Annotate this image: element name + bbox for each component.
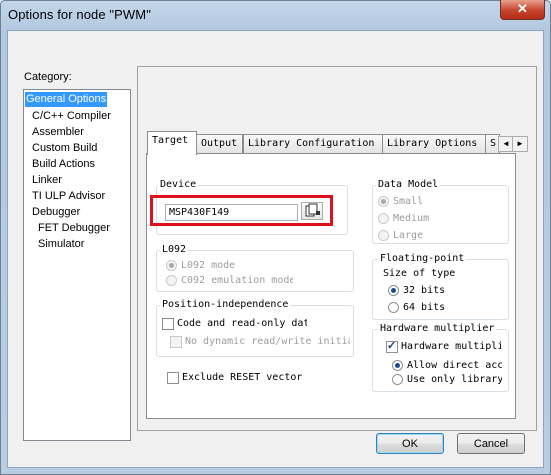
window-title: Options for node "PWM" [8, 7, 151, 22]
category-simulator[interactable]: Simulator [37, 237, 85, 252]
category-general-options[interactable]: General Options [25, 92, 108, 107]
data-model-medium-radio[interactable] [378, 213, 389, 224]
data-model-large-radio[interactable] [378, 230, 389, 241]
use-only-library-radio[interactable] [392, 374, 403, 385]
category-custom-build[interactable]: Custom Build [31, 141, 98, 156]
l092-label: L092 [160, 244, 189, 255]
tab-library-options[interactable]: Library Options [382, 134, 486, 153]
fp-32-bits-label: 32 bits [403, 285, 446, 296]
code-readonly-label: Code and read-only data [177, 318, 307, 329]
data-model-label: Data Model [376, 179, 441, 190]
cancel-button[interactable]: Cancel [457, 433, 525, 454]
c092-emulation-label: C092 emulation mode [181, 275, 293, 286]
tab-scroll-right-icon[interactable]: ► [512, 136, 528, 152]
device-highlight [150, 195, 333, 226]
allow-direct-access-label: Allow direct access [407, 360, 502, 371]
fp-64-bits-radio[interactable] [388, 302, 399, 313]
tab-library-configuration[interactable]: Library Configuration [243, 134, 383, 153]
tab-target[interactable]: Target [147, 131, 197, 155]
fp-32-bits-radio[interactable] [388, 285, 399, 296]
category-assembler[interactable]: Assembler [31, 125, 85, 140]
data-model-small-label: Small [393, 196, 424, 207]
allow-direct-access-radio[interactable] [392, 360, 403, 371]
category-build-actions[interactable]: Build Actions [31, 157, 96, 172]
data-model-small-radio[interactable] [378, 196, 389, 207]
exclude-reset-vector-label: Exclude RESET vector [182, 372, 303, 383]
hardware-multiplier-checkbox-label: Hardware multiplier [401, 341, 501, 352]
data-model-large-label: Large [393, 230, 424, 241]
title-bar: Options for node "PWM" ✕ [0, 0, 551, 30]
position-independence-group [156, 305, 354, 357]
category-fet-debugger[interactable]: FET Debugger [37, 221, 111, 236]
data-model-medium-label: Medium [393, 213, 430, 224]
no-dynamic-rw-checkbox[interactable] [170, 336, 182, 348]
c092-emulation-radio[interactable] [166, 275, 177, 286]
size-of-type-label: Size of type [383, 268, 456, 279]
device-group-label: Device [158, 179, 199, 190]
close-button[interactable]: ✕ [500, 0, 545, 20]
no-dynamic-rw-label: No dynamic read/write initialization [185, 336, 350, 347]
tab-output[interactable]: Output [196, 134, 243, 153]
l092-mode-label: L092 mode [181, 260, 236, 271]
category-debugger[interactable]: Debugger [31, 205, 81, 220]
close-icon: ✕ [517, 1, 528, 16]
position-independence-label: Position-independence [160, 299, 291, 310]
category-linker[interactable]: Linker [31, 173, 63, 188]
use-only-library-label: Use only library [407, 374, 502, 385]
exclude-reset-vector-checkbox[interactable] [167, 372, 179, 384]
category-label: Category: [24, 71, 72, 83]
hardware-multiplier-checkbox[interactable]: ✓ [386, 340, 398, 353]
floating-point-label: Floating-point [378, 253, 467, 264]
hardware-multiplier-label: Hardware multiplier [378, 323, 497, 334]
l092-mode-radio[interactable] [166, 260, 177, 271]
category-ti-ulp-advisor[interactable]: TI ULP Advisor [31, 189, 106, 204]
category-cpp-compiler[interactable]: C/C++ Compiler [31, 109, 112, 124]
code-readonly-checkbox[interactable] [162, 318, 174, 330]
ok-button[interactable]: OK [376, 433, 444, 454]
fp-64-bits-label: 64 bits [403, 302, 446, 313]
